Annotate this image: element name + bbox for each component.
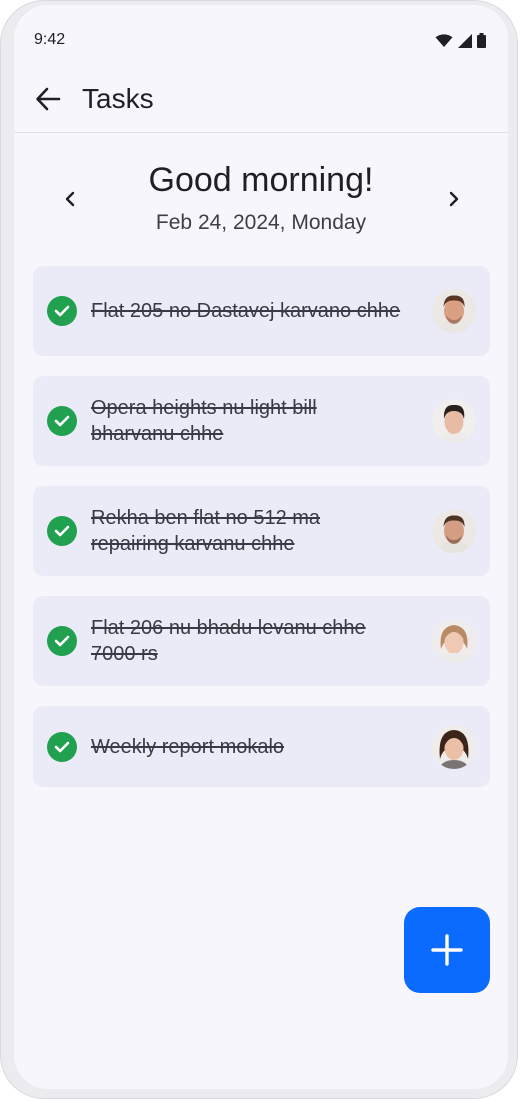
woman-avatar [432,619,476,663]
task-text: Flat 206 nu bhadu levanu chhe 7000 rs [91,617,366,665]
add-task-button[interactable] [404,907,490,993]
completed-check-icon[interactable] [47,406,77,436]
task-text: Flat 205 no Dastavej karvano chhe [91,300,401,322]
task-item[interactable]: Rekha ben flat no 512 ma repairing karva… [33,486,490,576]
task-text: Weekly report mokalo [91,735,285,758]
task-item[interactable]: Opera heights nu light bill bharvanu chh… [33,376,490,466]
next-day-button[interactable] [438,183,470,215]
wifi-icon [435,33,453,47]
completed-check-icon[interactable] [47,516,77,546]
task-text: Rekha ben flat no 512 ma repairing karva… [91,507,321,555]
page-title: Tasks [82,83,154,114]
greeting-text: Good morning! [148,161,374,199]
young-man-avatar [432,399,476,443]
cellular-icon [458,33,472,48]
arrow-left-icon [36,87,61,111]
date-text: Feb 24, 2024, Monday [155,211,367,234]
woman-dark-hair-avatar [432,724,476,769]
task-list: Flat 205 no Dastavej karvano chhe Opera … [33,266,490,807]
status-bar: 9:42 [14,5,508,65]
date-header: Good morning! Feb 24, 2024, Monday [14,155,508,245]
completed-check-icon[interactable] [47,626,77,656]
completed-check-icon[interactable] [47,731,77,762]
app-bar: Tasks [14,65,508,133]
battery-icon [477,33,486,48]
plus-icon [431,934,463,966]
status-icons [435,33,486,48]
task-item[interactable]: Flat 205 no Dastavej karvano chhe [33,266,490,356]
man-avatar [432,509,476,553]
status-time: 9:42 [34,31,66,48]
phone-frame: 9:42 Tasks Good morning! Feb 24, 2024, M… [0,0,518,1099]
task-item[interactable]: Weekly report mokalo [33,706,490,787]
completed-check-icon[interactable] [47,296,77,326]
task-item[interactable]: Flat 206 nu bhadu levanu chhe 7000 rs [33,596,490,686]
back-button[interactable] [30,81,66,117]
man-avatar [432,289,476,333]
app-screen: 9:42 Tasks Good morning! Feb 24, 2024, M… [14,5,508,1089]
task-text: Opera heights nu light bill bharvanu chh… [91,397,317,445]
chevron-right-icon [449,191,459,207]
